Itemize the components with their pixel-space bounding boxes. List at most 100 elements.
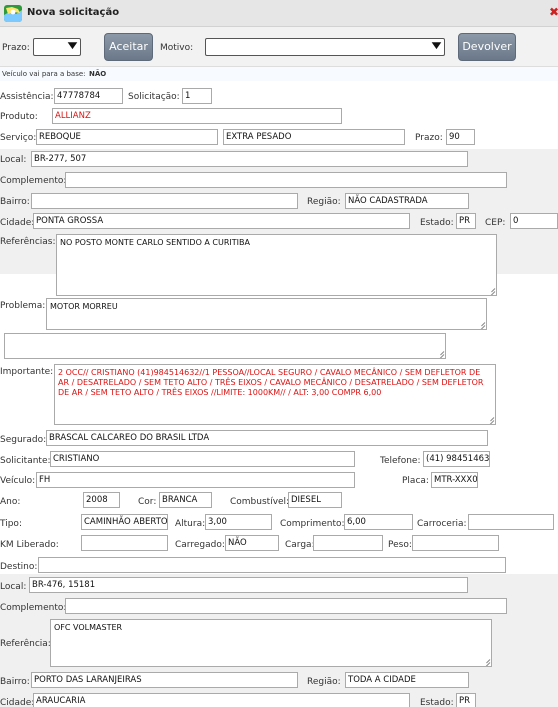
destino-local-field[interactable]: BR-476, 15181: [29, 577, 468, 593]
estado-field[interactable]: PR: [456, 213, 476, 229]
altura-field[interactable]: 3,00: [205, 514, 272, 530]
problema-textarea[interactable]: MOTOR MORREU: [46, 298, 487, 330]
complemento-label: Complemento:: [0, 176, 67, 186]
destino-referencia-label: Referência:: [0, 639, 51, 649]
cidade-label: Cidade:: [0, 218, 35, 228]
solicitacao-field[interactable]: 1: [182, 88, 212, 104]
cidade-field[interactable]: PONTA GROSSA: [33, 213, 410, 229]
destino-estado-label: Estado:: [420, 698, 454, 707]
carroceria-label: Carroceria:: [417, 519, 467, 529]
local-field[interactable]: BR-277, 507: [31, 151, 468, 167]
carroceria-field[interactable]: [468, 514, 554, 530]
destino-complemento-field[interactable]: [65, 598, 507, 614]
cep-label: CEP:: [485, 218, 506, 228]
comprimento-field[interactable]: 6,00: [344, 514, 413, 530]
cep-field[interactable]: 0: [510, 213, 558, 229]
referencias-textarea[interactable]: NO POSTO MONTE CARLO SENTIDO A CURITIBA: [56, 234, 497, 296]
destino-referencia-textarea[interactable]: OFC VOLMASTER: [50, 619, 492, 667]
resize-grip-icon[interactable]: [478, 321, 485, 328]
problema-label: Problema:: [0, 301, 46, 311]
ano-field[interactable]: 2008: [83, 492, 120, 508]
regiao-label: Região:: [307, 197, 341, 207]
complemento-field[interactable]: [65, 172, 507, 188]
telefone-field[interactable]: (41) 984514632: [423, 451, 490, 467]
window-title: Nova solicitação: [27, 7, 120, 18]
combustivel-field[interactable]: DIESEL: [288, 492, 342, 508]
destino-label: Destino:: [0, 562, 38, 572]
tipo-field[interactable]: CAMINHÃO ABERTO: [81, 514, 168, 530]
destino-bairro-field[interactable]: PORTO DAS LARANJEIRAS: [31, 672, 298, 688]
combustivel-label: Combustível:: [230, 497, 290, 507]
bairro-field[interactable]: [31, 193, 298, 209]
veiculo-base-value: NÃO: [89, 70, 107, 78]
carga-field[interactable]: [313, 535, 383, 551]
local-label: Local:: [0, 155, 27, 165]
destino-cidade-field[interactable]: ARAUCARIA: [33, 693, 410, 707]
km-liberado-field[interactable]: [81, 535, 168, 551]
telefone-label: Telefone:: [380, 456, 421, 466]
destino-bairro-label: Bairro:: [0, 677, 30, 687]
destino-field[interactable]: [38, 557, 506, 573]
veiculo-field[interactable]: FH: [36, 472, 355, 488]
prazo-field-label: Prazo:: [415, 133, 443, 143]
altura-label: Altura:: [175, 519, 206, 529]
estado-label: Estado:: [420, 218, 454, 228]
produto-field[interactable]: ALLIANZ: [52, 108, 342, 124]
carregado-label: Carregado:: [175, 540, 225, 550]
chevron-down-icon: ▼: [67, 41, 78, 51]
assistencia-label: Assistência:: [0, 92, 54, 102]
title-bar: Nova solicitação ✖: [0, 0, 558, 27]
prazo-label: Prazo:: [2, 43, 30, 53]
motivo-select[interactable]: ▼: [205, 38, 445, 56]
peso-label: Peso:: [388, 540, 412, 550]
solicitacao-label: Solicitação:: [128, 92, 180, 102]
carga-label: Carga:: [285, 540, 315, 550]
regiao-field[interactable]: NÃO CADASTRADA: [345, 193, 469, 209]
destino-regiao-label: Região:: [307, 677, 341, 687]
info-bar: Veículo vai para a base: NÃO: [0, 67, 558, 81]
devolver-button[interactable]: Devolver: [458, 33, 516, 61]
app-map-icon: [4, 5, 22, 22]
prazo-select[interactable]: ▼: [33, 38, 81, 56]
peso-field[interactable]: [412, 535, 499, 551]
resize-grip-icon[interactable]: [483, 658, 490, 665]
resize-grip-icon[interactable]: [487, 416, 494, 423]
toolbar: Prazo: ▼ Aceitar Motivo: ▼ Devolver: [0, 27, 558, 67]
importante-label: Importante:: [0, 367, 54, 377]
veiculo-base-label: Veículo vai para a base:: [2, 70, 86, 78]
placa-label: Placa:: [402, 476, 429, 486]
servico-field[interactable]: REBOQUE: [36, 129, 218, 145]
aceitar-button[interactable]: Aceitar: [104, 33, 153, 61]
tipo-label: Tipo:: [0, 519, 22, 529]
km-liberado-label: KM Liberado:: [0, 540, 59, 550]
bairro-label: Bairro:: [0, 197, 30, 207]
close-icon[interactable]: ✖: [549, 6, 558, 18]
ano-label: Ano:: [0, 497, 21, 507]
problema-extra-textarea[interactable]: [4, 333, 446, 359]
referencias-label: Referências:: [0, 237, 56, 247]
destino-estado-field[interactable]: PR: [456, 693, 476, 707]
destino-complemento-label: Complemento:: [0, 603, 67, 613]
motivo-label: Motivo:: [160, 43, 194, 53]
comprimento-label: Comprimento:: [280, 519, 345, 529]
chevron-down-icon: ▼: [431, 41, 442, 51]
carregado-field[interactable]: NÃO: [225, 535, 279, 551]
servico-type-field[interactable]: EXTRA PESADO: [223, 129, 405, 145]
segurado-label: Segurado:: [0, 435, 47, 445]
prazo-field[interactable]: 90: [446, 129, 475, 145]
resize-grip-icon[interactable]: [437, 350, 444, 357]
veiculo-label: Veículo:: [0, 476, 36, 486]
destino-local-label: Local:: [0, 582, 27, 592]
solicitante-field[interactable]: CRISTIANO: [50, 451, 355, 467]
assistencia-field[interactable]: 47778784: [54, 88, 123, 104]
resize-grip-icon[interactable]: [488, 287, 495, 294]
destino-regiao-field[interactable]: TODA A CIDADE: [345, 672, 469, 688]
servico-label: Serviço:: [0, 133, 37, 143]
cor-label: Cor:: [138, 497, 157, 507]
solicitante-label: Solicitante:: [0, 456, 51, 466]
placa-field[interactable]: MTR-XXX0: [431, 472, 478, 488]
segurado-field[interactable]: BRASCAL CALCAREO DO BRASIL LTDA: [46, 430, 488, 446]
destino-cidade-label: Cidade:: [0, 698, 35, 707]
cor-field[interactable]: BRANCA: [159, 492, 212, 508]
importante-textarea[interactable]: 2 OCC// CRISTIANO (41)984514632//1 PESSO…: [54, 364, 496, 425]
